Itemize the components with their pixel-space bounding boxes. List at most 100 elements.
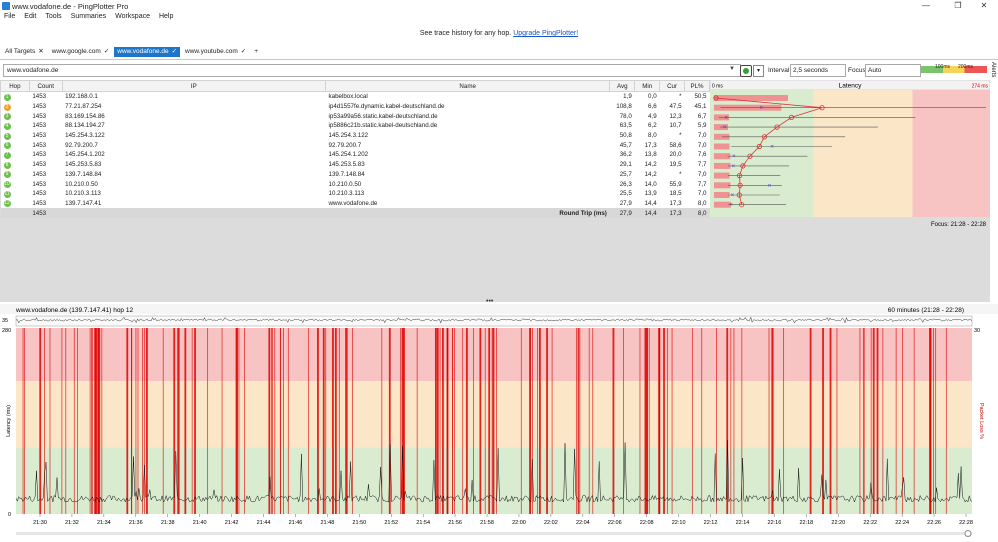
table-row[interactable]: 11 1453 10.210.3.113 10.210.3.113 25,5 13,9 18… [0,188,710,199]
packet-loss-marker [436,328,437,514]
title-bar: www.vodafone.de - PingPlotter Pro — ❐ ✕ [0,0,998,12]
x-tick-label: 22:26 [927,520,941,526]
table-row[interactable]: 8 1453 145.253.5.83 145.253.5.83 29,1 14,2 19,… [0,159,710,170]
x-tick-label: 22:22 [863,520,877,526]
upgrade-link[interactable]: Upgrade PingPlotter! [513,30,578,37]
cell-min: 14,4 [634,198,660,209]
table-row[interactable]: 12 1453 139.7.147.41 www.vodafone.de 27,9 14,… [0,198,710,209]
tab--[interactable]: + [251,47,264,57]
latency-scale-max: 274 ms [972,84,989,90]
col-pl[interactable]: PL% [684,80,710,92]
tab-status-icon[interactable]: ✕ [38,48,43,55]
packet-loss-marker [73,328,75,514]
packet-loss-marker [945,328,947,514]
col-min[interactable]: Min [634,80,661,92]
col-name[interactable]: Name [325,80,611,92]
menu-tools[interactable]: Tools [45,13,61,20]
tab-status-icon[interactable]: ✓ [172,48,177,55]
menu-summaries[interactable]: Summaries [71,13,106,20]
table-header: Hop Count IP Name Avg Min Cur PL% [0,80,710,92]
address-input[interactable]: www.vodafone.de [3,64,741,77]
col-avg[interactable]: Avg [609,80,636,92]
tab-all-targets[interactable]: All Targets ✕ [2,47,47,57]
cell-name: ip53a99a56.static.kabel-deutschland.de [325,111,610,122]
cell-cur: * [659,169,685,180]
latency-legend [921,66,987,73]
cell-cur: 12,3 [659,111,685,122]
packet-loss-marker [529,328,532,514]
x-tick-label: 22:28 [959,520,973,526]
table-row[interactable]: 1 1453 192.168.0.1 kabelbox.local 1,9 0,0 * 50,… [0,91,710,102]
packet-loss-marker [671,328,673,514]
cell-cur: 10,7 [659,121,685,131]
start-options-dropdown[interactable]: ▾ [753,65,764,77]
cell-count: 1453 [29,91,63,102]
cell-hop: 5 [0,130,30,141]
close-button[interactable]: ✕ [970,1,998,12]
tab-www-youtube-com[interactable]: www.youtube.com ✓ [182,47,249,57]
packet-loss-marker [933,328,934,514]
table-row[interactable]: 4 1453 88.134.194.27 ip5886c21b.static.kabe… [0,121,710,131]
x-tick-label: 21:44 [257,520,271,526]
col-ip[interactable]: IP [61,80,327,92]
time-scroll-handle [964,530,972,537]
x-tick-label: 21:54 [416,520,430,526]
packet-loss-marker [452,328,453,514]
menu-workspace[interactable]: Workspace [115,13,150,20]
packet-loss-marker [177,328,180,514]
packet-loss-marker [496,328,497,514]
cell-name: www.vodafone.de [325,198,610,209]
packet-loss-marker [538,328,541,514]
table-row[interactable]: 5 1453 145.254.3.122 145.254.3.122 50,8 8,0 * 7… [0,130,710,141]
packet-loss-marker [768,328,770,514]
table-row[interactable]: 3 1453 83.169.154.86 ip53a99a56.static.kabe… [0,111,710,122]
menu-edit[interactable]: Edit [24,13,36,20]
cell-ip: 92.79.200.7 [62,140,326,151]
packet-loss-marker [479,328,482,514]
cell-ip: 88.134.194.27 [62,121,326,131]
packet-loss-marker [862,328,864,514]
table-row[interactable]: 2 1453 77.21.87.254 ip4d1557fe.dynamic.kabe… [0,101,710,112]
menu-bar: File Edit Tools Summaries Workspace Help [0,13,998,24]
cell-count: 1453 [29,150,63,160]
window-title: www.vodafone.de - PingPlotter Pro [12,2,129,11]
packet-loss-marker [771,328,773,514]
x-tick-label: 21:34 [97,520,111,526]
minimize-button[interactable]: — [912,1,940,12]
cell-count: 1453 [29,101,63,112]
menu-help[interactable]: Help [159,13,173,20]
cell-min: 0,0 [634,91,660,102]
packet-loss-marker [207,328,209,514]
table-row[interactable]: 9 1453 139.7.148.84 139.7.148.84 25,7 14,2 * 7,… [0,169,710,180]
hop-status-icon: 2 [3,103,11,111]
cell-name: 10.210.0.50 [325,179,610,189]
alerts-tab[interactable]: Alerts [990,62,996,77]
table-row[interactable]: 10 1453 10.210.0.50 10.210.0.50 26,3 14,0 55,9… [0,179,710,189]
tab-www-vodafone-de[interactable]: www.vodafone.de ✓ [114,47,181,57]
cell-hop: 3 [0,111,30,122]
interval-select[interactable]: 2,5 seconds [790,64,846,77]
tab-label: www.vodafone.de [117,48,169,55]
x-tick-label: 21:38 [161,520,175,526]
menu-file[interactable]: File [4,13,15,20]
start-trace-button[interactable] [740,65,752,77]
latency-zone-warn [813,90,913,217]
table-row[interactable]: 7 1453 145.254.1.202 145.254.1.202 36,2 13,8 2… [0,150,710,160]
table-row[interactable]: 6 1453 92.79.200.7 92.79.200.7 45,7 17,3 58,6 7… [0,140,710,151]
address-dropdown-icon[interactable]: ▼ [729,66,735,72]
packet-loss-marker [645,328,648,514]
col-hop[interactable]: Hop [0,80,30,92]
packet-loss-marker [520,328,522,514]
col-cur[interactable]: Cur [659,80,686,92]
tab-www-google-com[interactable]: www.google.com ✓ [49,47,113,57]
tab-status-icon[interactable]: ✓ [104,48,109,55]
restore-button[interactable]: ❐ [944,1,972,12]
packet-loss-marker [130,328,132,514]
tab-status-icon[interactable]: ✓ [241,48,246,55]
packet-loss-marker [144,328,145,514]
packet-loss-marker [551,328,553,514]
col-count[interactable]: Count [28,80,63,92]
packet-loss-marker [859,328,861,514]
packet-loss-marker [221,328,223,514]
focus-select[interactable]: Auto [865,64,921,77]
